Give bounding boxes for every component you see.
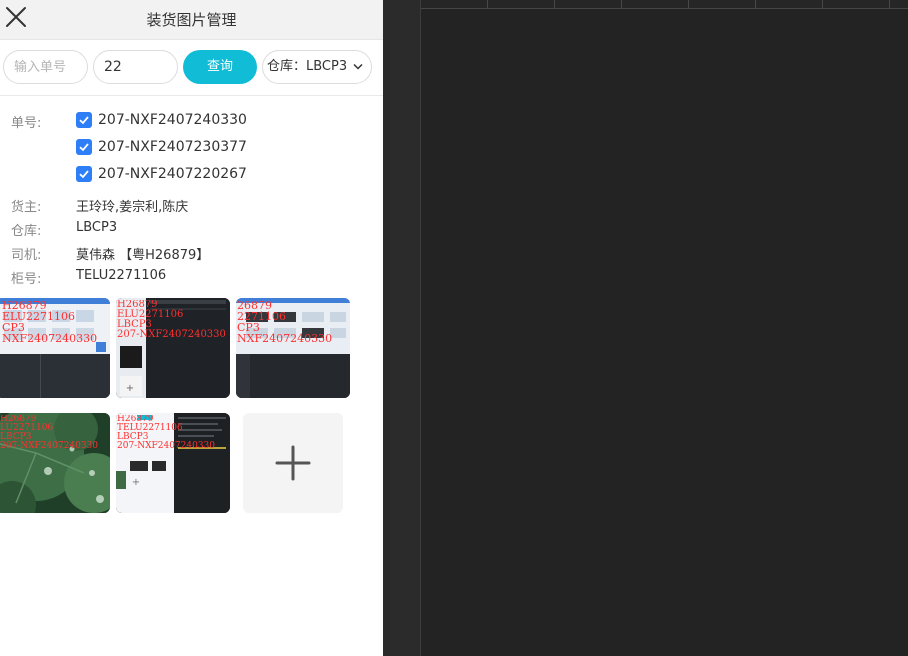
owner-label: 货主:	[11, 200, 42, 215]
order-number: 207-NXF2407230377	[98, 139, 247, 155]
checkbox-checked-icon[interactable]	[76, 139, 92, 155]
warehouse-select[interactable]: 仓库：LBCP3	[262, 50, 372, 84]
order-checkbox-row[interactable]: 207-NXF2407220267	[76, 164, 247, 184]
order-number: 207-NXF2407220267	[98, 166, 247, 182]
warehouse-value: LBCP3	[76, 220, 118, 235]
warehouse-label: 仓库:	[11, 224, 42, 239]
photo-watermark: 26879 2271106 CP3 NXF2407240330	[237, 300, 333, 344]
order-checkbox-row[interactable]: 207-NXF2407240330	[76, 110, 247, 130]
owner-value: 王玲玲,姜宗利,陈庆	[76, 200, 189, 215]
add-photo-button[interactable]	[243, 413, 343, 513]
svg-text:+: +	[132, 477, 140, 488]
order-checkbox-row[interactable]: 207-NXF2407230377	[76, 137, 247, 157]
panel-header: 装货图片管理	[0, 0, 383, 40]
photo-watermark: H26879 TELU2271106 LBCP3 207-NXF24072403…	[117, 415, 216, 451]
order-number: 207-NXF2407240330	[98, 112, 247, 128]
query-button[interactable]: 查询	[183, 50, 257, 84]
photo-watermark: H26879 LU2271106 LBCP3 207-NXF2407240330	[0, 415, 99, 451]
loading-photo-panel: 装货图片管理 查询 仓库：LBCP3 单号: 207-NXF2407240330…	[0, 0, 383, 656]
checkbox-checked-icon[interactable]	[76, 112, 92, 128]
container-value: TELU2271106	[76, 268, 167, 283]
warehouse-select-value: 仓库：LBCP3	[267, 59, 348, 74]
chevron-down-icon	[353, 63, 363, 70]
checkbox-checked-icon[interactable]	[76, 166, 92, 182]
search-bar: 查询 仓库：LBCP3	[0, 40, 383, 96]
photo-watermark: H26879 ELU2271106 LBCP3 207-NXF240724033…	[117, 300, 226, 340]
plus-icon	[275, 445, 311, 481]
container-label: 柜号:	[11, 272, 42, 287]
photo-watermark: H26879 ELU2271106 CP3 NXF2407240330	[2, 300, 98, 344]
page-title: 装货图片管理	[146, 11, 237, 29]
quantity-input[interactable]	[93, 50, 178, 84]
editor-canvas	[421, 9, 908, 656]
svg-text:+: +	[126, 383, 134, 394]
driver-label: 司机:	[11, 248, 42, 263]
editor-ruler	[421, 0, 908, 9]
order-number-input[interactable]	[3, 50, 88, 84]
order-label: 单号:	[11, 116, 42, 131]
driver-value: 莫伟森 【粤H26879】	[76, 248, 210, 263]
